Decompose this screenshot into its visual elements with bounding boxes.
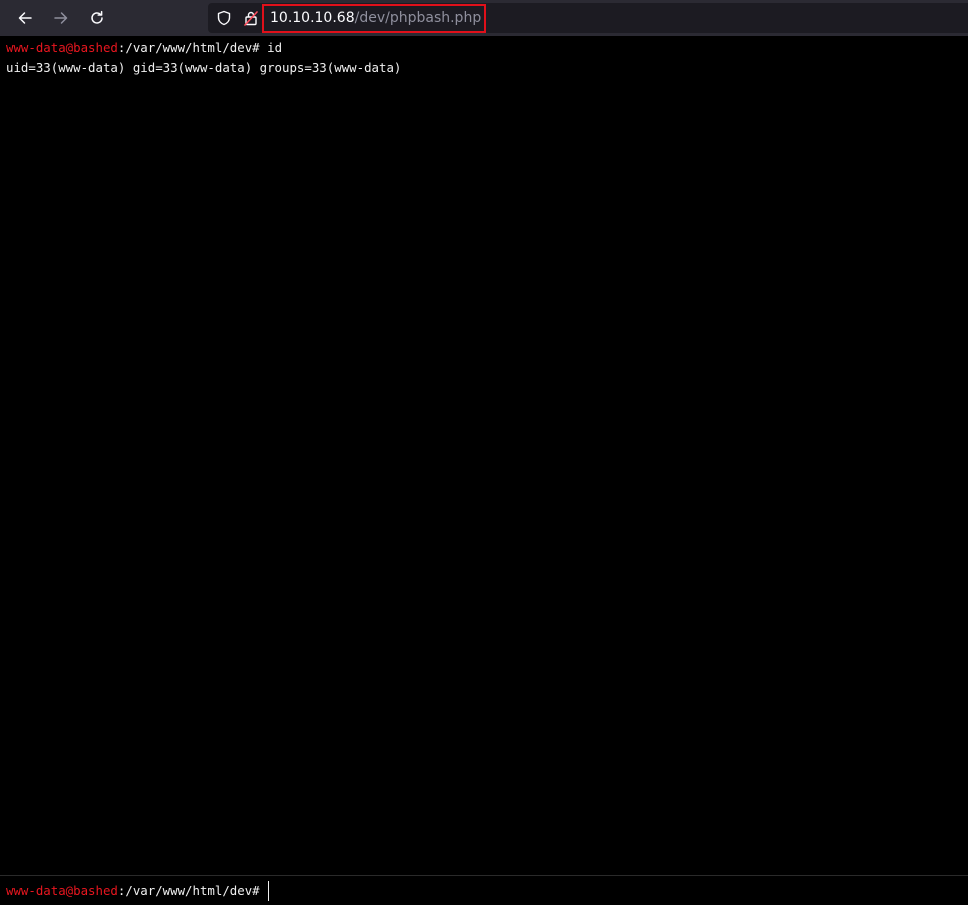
url-text[interactable]: 10.10.10.68/dev/phpbash.php (270, 9, 481, 27)
back-button[interactable] (13, 6, 37, 30)
command-input-row: www-data@bashed:/var/www/html/dev# (0, 876, 968, 905)
output-line: uid=33(www-data) gid=33(www-data) groups… (6, 60, 402, 75)
input-prompt-path: :/var/www/html/dev# (117, 883, 260, 898)
url-path: /dev/phpbash.php (354, 10, 482, 26)
command-input[interactable] (267, 880, 868, 901)
terminal-output: www-data@bashed:/var/www/html/dev# id ui… (0, 36, 968, 875)
arrow-left-icon (18, 12, 32, 24)
history-command: id (267, 40, 283, 55)
shield-icon[interactable] (216, 10, 232, 26)
forward-button[interactable] (49, 6, 73, 30)
reload-button[interactable] (85, 6, 109, 30)
browser-toolbar: 10.10.10.68/dev/phpbash.php (0, 0, 968, 36)
url-bar[interactable]: 10.10.10.68/dev/phpbash.php (208, 3, 968, 33)
reload-icon (91, 10, 103, 24)
prompt-user-host: www-data@bashed (6, 40, 118, 55)
input-prompt-user-host: www-data@bashed (6, 883, 118, 898)
arrow-right-icon (54, 12, 68, 24)
url-host: 10.10.10.68 (270, 10, 355, 26)
history-line: www-data@bashed:/var/www/html/dev# id (6, 38, 968, 58)
prompt-path: :/var/www/html/dev# (117, 40, 260, 55)
insecure-lock-icon[interactable] (243, 10, 259, 26)
